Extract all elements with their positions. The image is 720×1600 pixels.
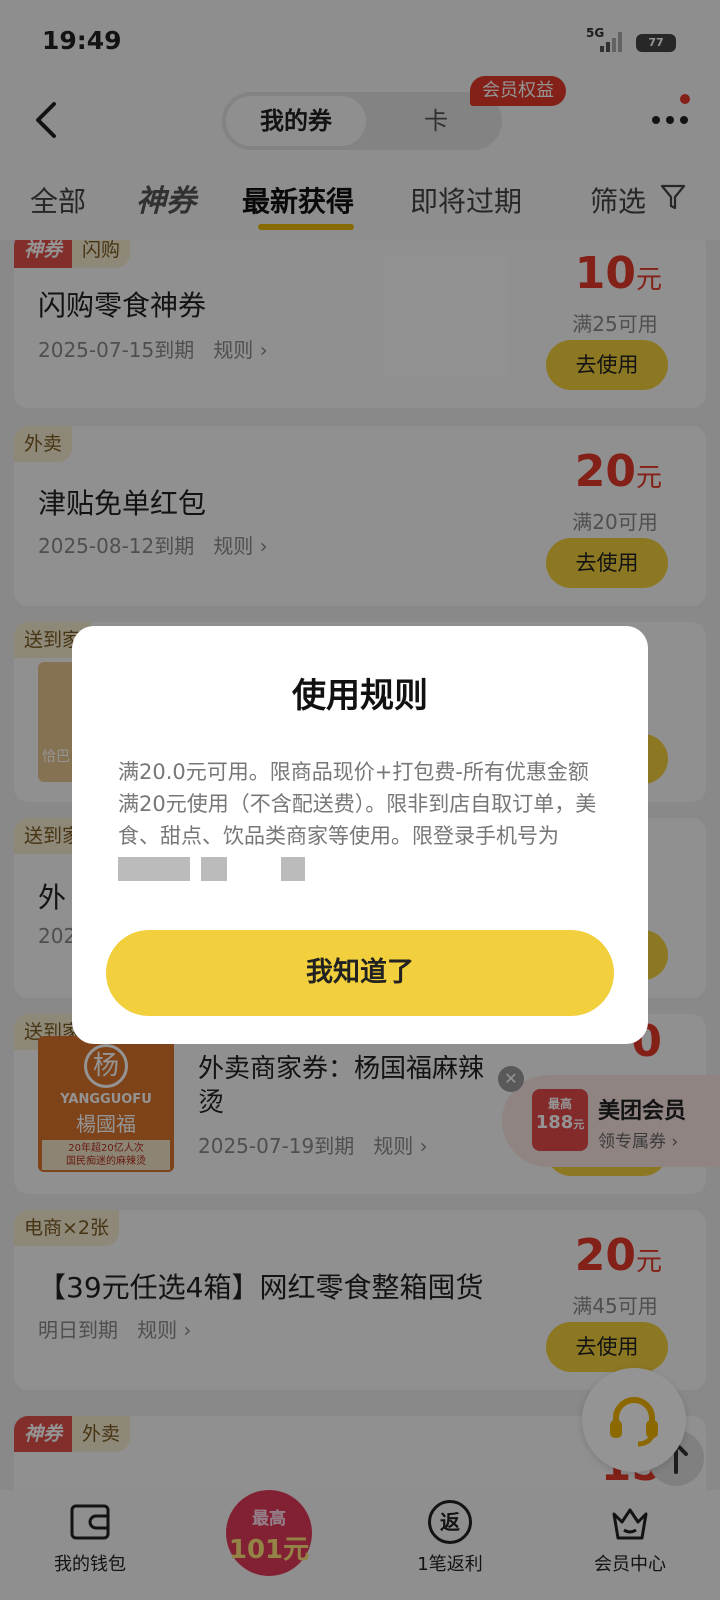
- dialog-body: 满20.0元可用。限商品现价+打包费-所有优惠金额满20元使用（不含配送费）。限…: [118, 756, 606, 884]
- got-it-button[interactable]: 我知道了: [106, 930, 614, 1016]
- dialog-rules-text: 满20.0元可用。限商品现价+打包费-所有优惠金额满20元使用（不含配送费）。限…: [118, 760, 597, 848]
- redacted-phone: [281, 857, 306, 881]
- dialog-title: 使用规则: [292, 676, 428, 716]
- usage-rules-dialog: 使用规则 满20.0元可用。限商品现价+打包费-所有优惠金额满20元使用（不含配…: [72, 626, 648, 1044]
- redacted-phone: [118, 857, 190, 881]
- redacted-phone: [200, 857, 227, 881]
